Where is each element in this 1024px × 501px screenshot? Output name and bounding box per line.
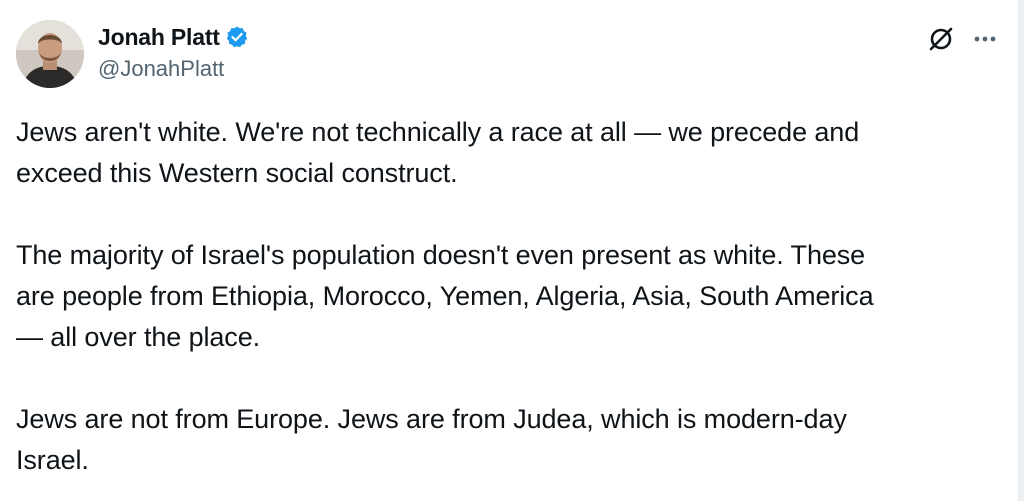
display-name[interactable]: Jonah Platt — [98, 24, 220, 51]
scroll-edge — [1018, 0, 1024, 501]
more-options-icon[interactable] — [972, 24, 998, 54]
handle[interactable]: @JonahPlatt — [98, 56, 249, 82]
tweet-text: Jews aren't white. We're not technically… — [16, 112, 991, 481]
author-names: Jonah Platt @JonahPlatt — [98, 22, 249, 82]
tweet-paragraph: The majority of Israel's population does… — [16, 240, 874, 352]
tweet-paragraph: Jews aren't white. We're not technically… — [16, 117, 860, 188]
profile-photo-icon — [16, 20, 84, 88]
grok-icon[interactable] — [926, 24, 956, 54]
tweet-actions — [926, 24, 998, 54]
avatar[interactable] — [16, 20, 84, 88]
tweet-header: Jonah Platt @JonahPlatt — [16, 18, 1006, 90]
tweet-paragraph: Jews are not from Europe. Jews are from … — [16, 404, 847, 475]
verified-badge-icon[interactable] — [225, 25, 249, 49]
display-name-row: Jonah Platt — [98, 22, 249, 52]
